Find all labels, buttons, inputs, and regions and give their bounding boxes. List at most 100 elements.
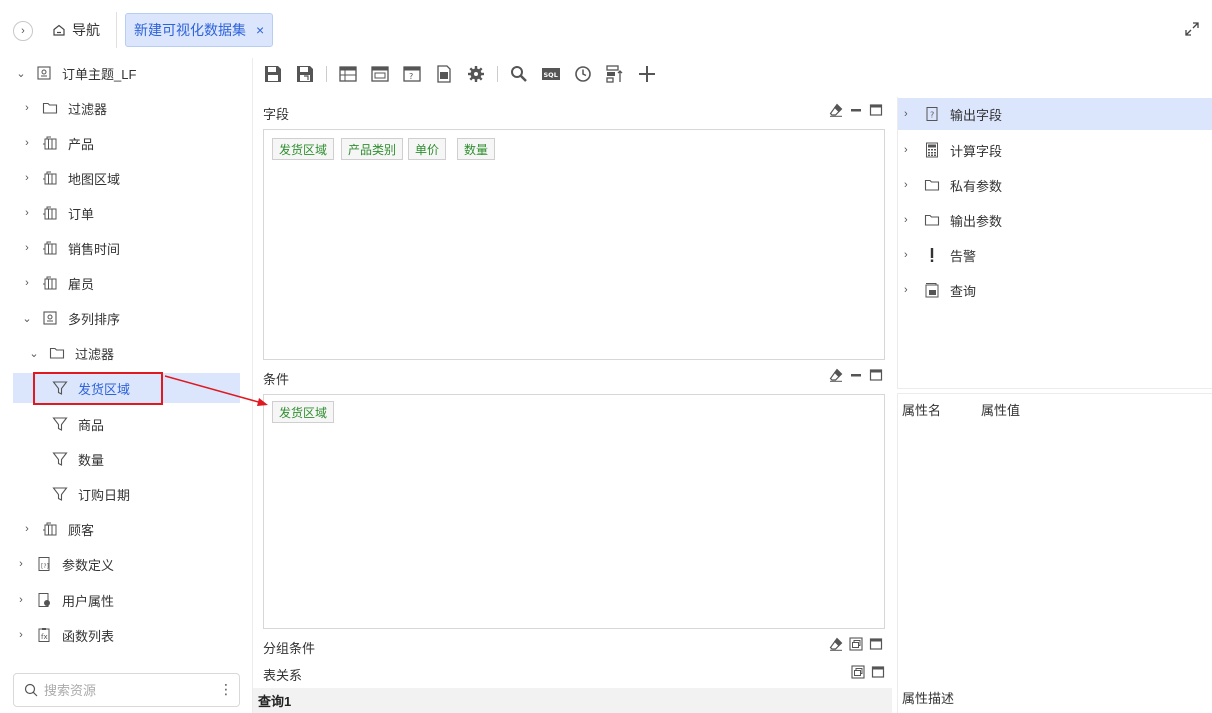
- right-item-alert[interactable]: › 告警: [898, 239, 1212, 271]
- output-field-icon: ?: [924, 106, 940, 122]
- tree-item-label: 雇员: [68, 276, 95, 292]
- right-item-query[interactable]: › 查询: [898, 274, 1212, 306]
- fullscreen-icon[interactable]: [1184, 21, 1200, 37]
- tree-item-param-def[interactable]: › [?] 参数定义: [16, 549, 114, 579]
- tree-item-map-region[interactable]: › 地图区域: [22, 163, 120, 193]
- tree-item-functions[interactable]: › fx 函数列表: [16, 620, 114, 650]
- restore-icon[interactable]: [849, 637, 863, 651]
- chevron-right-icon: ›: [904, 144, 908, 156]
- nav-label: 导航: [72, 22, 100, 38]
- exclamation-icon: [924, 247, 940, 263]
- highlight-box: [33, 372, 163, 405]
- chevron-down-icon: ⌄: [16, 67, 26, 80]
- user-attribute-icon: [38, 593, 50, 607]
- top-divider: [116, 12, 117, 48]
- tree-item-label: 数量: [78, 452, 105, 468]
- chevron-right-icon: ›: [25, 277, 29, 289]
- maximize-icon[interactable]: [869, 637, 883, 651]
- right-item-label: 告警: [950, 248, 977, 264]
- tab-new-dataset[interactable]: 新建可视化数据集 ×: [125, 13, 274, 47]
- eraser-icon[interactable]: [829, 368, 843, 382]
- right-item-output-params[interactable]: › 输出参数: [898, 204, 1212, 236]
- search-input[interactable]: [44, 682, 204, 698]
- maximize-icon[interactable]: [869, 368, 883, 382]
- tree-root-label: 订单主题_LF: [62, 66, 137, 82]
- right-item-label: 计算字段: [950, 143, 1003, 159]
- add-button[interactable]: [636, 63, 658, 85]
- save-as-button[interactable]: [294, 63, 316, 85]
- field-chip[interactable]: 发货区域: [272, 138, 335, 160]
- close-icon[interactable]: ×: [256, 22, 264, 38]
- tree-item-filter[interactable]: › 过滤器: [22, 93, 107, 123]
- param-icon: [?]: [38, 557, 50, 571]
- svg-text:?: ?: [409, 72, 413, 81]
- toolbar-separator: [326, 66, 327, 82]
- right-item-label: 私有参数: [950, 178, 1003, 194]
- tree-item-quantity[interactable]: 数量: [52, 444, 104, 474]
- query-icon: [924, 282, 940, 298]
- tree-item-customer[interactable]: › 顾客: [22, 514, 94, 544]
- eraser-icon[interactable]: [829, 637, 843, 651]
- field-chip[interactable]: 产品类别: [341, 138, 404, 160]
- save-button[interactable]: [262, 63, 284, 85]
- minimize-icon[interactable]: [849, 368, 863, 382]
- tree-item-employee[interactable]: › 雇员: [22, 268, 94, 298]
- schedule-button[interactable]: [572, 63, 594, 85]
- fields-section-label: 字段: [263, 107, 290, 122]
- condition-chip[interactable]: 发货区域: [272, 401, 335, 423]
- maximize-icon[interactable]: [871, 665, 885, 679]
- chevron-right-icon: ›: [904, 214, 908, 226]
- svg-text:?: ?: [930, 111, 934, 120]
- nav-button[interactable]: 导航: [52, 20, 100, 40]
- top-bar: › 导航 新建可视化数据集 ×: [0, 0, 1212, 58]
- tree-item-sub-filter[interactable]: ⌄ 过滤器: [29, 338, 114, 368]
- table-view-button[interactable]: [337, 63, 359, 85]
- search-button[interactable]: [508, 63, 530, 85]
- tree-item-label: 商品: [78, 417, 105, 433]
- clock-icon: [575, 66, 591, 82]
- tree-item-order-date[interactable]: 订购日期: [52, 479, 130, 509]
- minimize-icon[interactable]: [849, 103, 863, 117]
- relation-section-label: 表关系: [263, 668, 303, 683]
- conditions-section-tools: [829, 368, 883, 382]
- tree-root[interactable]: ⌄ 订单主题_LF: [16, 58, 136, 88]
- eraser-icon[interactable]: [829, 103, 843, 117]
- expand-sidebar-button[interactable]: ›: [13, 21, 33, 41]
- gear-icon: [468, 66, 484, 82]
- tree-item-sales-time[interactable]: › 销售时间: [22, 233, 120, 263]
- tree-item-product[interactable]: › 产品: [22, 128, 94, 158]
- maximize-icon[interactable]: [869, 103, 883, 117]
- right-item-calc-fields[interactable]: › 计算字段: [898, 134, 1212, 166]
- query-tab[interactable]: 查询1: [253, 688, 892, 713]
- sql-button[interactable]: SQL: [540, 63, 562, 85]
- export-button[interactable]: [433, 63, 455, 85]
- layout-button[interactable]: [369, 63, 391, 85]
- folder-icon: [49, 347, 65, 359]
- plus-icon: [639, 66, 655, 82]
- chevron-right-icon: ›: [904, 249, 908, 261]
- fields-drop-area[interactable]: 发货区域 产品类别 单价 数量: [263, 129, 885, 360]
- right-item-output-fields[interactable]: › ? 输出字段: [898, 98, 1212, 130]
- topic-icon: [37, 66, 51, 80]
- table-icon: [43, 136, 57, 150]
- right-item-private-params[interactable]: › 私有参数: [898, 169, 1212, 201]
- svg-text:SQL: SQL: [544, 71, 558, 79]
- resource-search: ⋮: [13, 673, 240, 707]
- settings-button[interactable]: [465, 63, 487, 85]
- conditions-drop-area[interactable]: 发货区域: [263, 394, 885, 629]
- prop-name-header: 属性名: [902, 403, 942, 418]
- restore-icon[interactable]: [851, 665, 865, 679]
- tree-item-order[interactable]: › 订单: [22, 198, 94, 228]
- tree-item-goods[interactable]: 商品: [52, 409, 104, 439]
- field-chip[interactable]: 数量: [457, 138, 496, 160]
- export-icon: [437, 65, 451, 83]
- more-options-icon[interactable]: ⋮: [219, 681, 233, 698]
- sort-button[interactable]: [604, 63, 626, 85]
- param-button[interactable]: ?: [401, 63, 423, 85]
- table-icon: [43, 206, 57, 220]
- group-section-tools: [829, 637, 883, 651]
- tree-item-label: 顾客: [68, 522, 95, 538]
- field-chip[interactable]: 单价: [408, 138, 447, 160]
- tree-item-multi-sort[interactable]: ⌄ 多列排序: [22, 303, 120, 333]
- tree-item-user-attr[interactable]: › 用户属性: [16, 585, 114, 615]
